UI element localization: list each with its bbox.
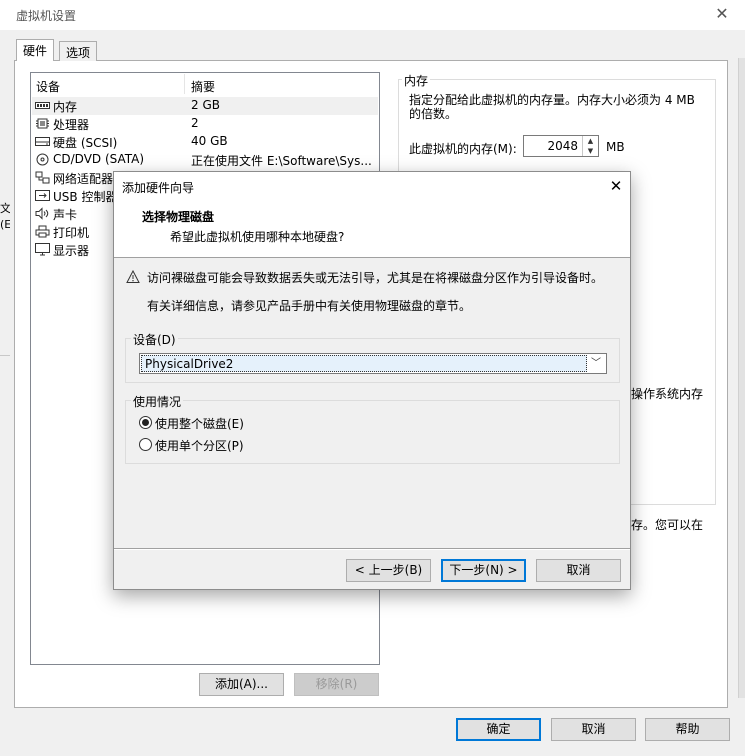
info-text: 有关详细信息，请参见产品手册中有关使用物理磁盘的章节。: [147, 299, 472, 313]
warning-icon: [126, 270, 140, 283]
printer-icon: [35, 225, 50, 238]
ok-button[interactable]: 确定: [456, 718, 541, 741]
device-name: USB 控制器: [53, 190, 118, 204]
device-name: 显示器: [53, 244, 90, 258]
cancel-button[interactable]: 取消: [551, 718, 636, 741]
memory-group-label: 内存: [402, 72, 431, 89]
window-title: 虚拟机设置: [16, 9, 77, 23]
memory-unit: MB: [606, 140, 625, 154]
back-button[interactable]: < 上一步(B): [346, 559, 431, 582]
radio-whole-disk-label[interactable]: 使用整个磁盘(E): [155, 415, 244, 432]
device-row-cd-dvd[interactable]: CD/DVD (SATA) 正在使用文件 E:\Software\Sys...: [32, 151, 378, 169]
device-label: 设备(D): [131, 331, 178, 348]
tab-hardware[interactable]: 硬件: [16, 39, 55, 61]
device-select[interactable]: PhysicalDrive2 ﹀: [139, 353, 607, 374]
radio-single-partition[interactable]: [139, 438, 152, 451]
usage-fieldset: [125, 400, 620, 464]
usb-icon: [35, 190, 50, 201]
memory-icon: [35, 102, 50, 109]
device-name: 内存: [53, 100, 78, 114]
background-window-edge: [738, 58, 745, 698]
device-name: 声卡: [53, 208, 78, 222]
harddisk-icon: [35, 137, 50, 146]
spin-up-icon[interactable]: ▲: [583, 136, 598, 146]
device-summary: 40 GB: [191, 134, 228, 148]
remove-device-button[interactable]: 移除(R): [294, 673, 379, 696]
device-summary: 2 GB: [191, 98, 220, 112]
device-name: 处理器: [53, 118, 90, 132]
chevron-down-icon[interactable]: ﹀: [588, 355, 604, 372]
device-name: 网络适配器: [53, 172, 114, 186]
dialog-subheading: 希望此虚拟机使用哪种本地硬盘?: [170, 230, 345, 244]
radio-single-partition-label[interactable]: 使用单个分区(P): [155, 437, 244, 454]
device-summary: 2: [191, 116, 199, 130]
wizard-cancel-button[interactable]: 取消: [536, 559, 621, 582]
display-icon: [35, 243, 50, 256]
device-row-harddisk[interactable]: 硬盘 (SCSI) 40 GB: [32, 133, 378, 151]
device-row-memory[interactable]: 内存 2 GB: [32, 97, 378, 115]
radio-whole-disk[interactable]: [139, 416, 152, 429]
memory-value[interactable]: 2048: [547, 139, 578, 153]
memory-stepper[interactable]: 2048 ▲ ▼: [523, 135, 599, 157]
cpu-icon: [36, 118, 49, 129]
help-button[interactable]: 帮助: [645, 718, 730, 741]
background-divider: [0, 355, 10, 356]
dialog-footer-divider-highlight: [114, 549, 630, 550]
next-button[interactable]: 下一步(N) >: [441, 559, 526, 582]
close-icon: ✕: [609, 177, 623, 195]
device-summary: 正在使用文件 E:\Software\Sys...: [191, 154, 372, 168]
add-hardware-wizard-dialog: 添加硬件向导 ✕ 选择物理磁盘 希望此虚拟机使用哪种本地硬盘? 访问裸磁盘可能会…: [113, 171, 631, 590]
swap-hint-text: 存。您可以在: [631, 518, 704, 532]
device-name: 硬盘 (SCSI): [53, 136, 118, 150]
window-titlebar: [0, 0, 745, 30]
dialog-close-button[interactable]: ✕: [606, 176, 626, 196]
background-window-edge-line: [738, 58, 739, 698]
memory-field-label: 此虚拟机的内存(M):: [409, 142, 517, 156]
dialog-heading: 选择物理磁盘: [142, 210, 215, 224]
device-name: 打印机: [53, 226, 90, 240]
sound-icon: [35, 207, 49, 220]
device-row-processor[interactable]: 处理器 2: [32, 115, 378, 133]
column-header-summary[interactable]: 摘要: [191, 78, 215, 95]
warning-text: 访问裸磁盘可能会导致数据丢失或无法引导，尤其是在将裸磁盘分区作为引导设备时。: [147, 271, 604, 285]
usage-label: 使用情况: [131, 393, 184, 410]
close-icon: ✕: [715, 4, 729, 23]
device-select-value: PhysicalDrive2: [145, 357, 234, 371]
tab-options[interactable]: 选项: [59, 41, 98, 61]
dialog-title: 添加硬件向导: [122, 181, 195, 195]
column-header-device[interactable]: 设备: [36, 78, 60, 95]
network-adapter-icon: [35, 171, 50, 184]
background-left-fragment: 文 (E: [0, 202, 10, 231]
cd-dvd-icon: [36, 153, 49, 166]
column-separator[interactable]: [184, 74, 185, 94]
os-memory-text: 操作系统内存: [631, 387, 704, 401]
device-name: CD/DVD (SATA): [53, 152, 145, 166]
add-device-button[interactable]: 添加(A)...: [199, 673, 284, 696]
memory-description: 指定分配给此虚拟机的内存量。内存大小必须为 4 MB 的倍数。: [409, 93, 695, 121]
window-close-button[interactable]: ✕: [712, 4, 732, 24]
spin-down-icon[interactable]: ▼: [583, 146, 598, 156]
